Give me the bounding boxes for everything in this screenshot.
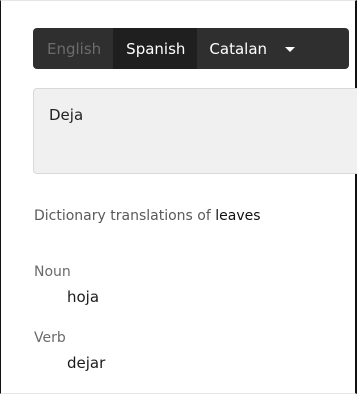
dictionary-heading-prefix: Dictionary translations of <box>34 208 211 224</box>
caret-down-icon <box>285 47 296 52</box>
language-option-catalan[interactable]: Catalan <box>197 28 273 69</box>
translation-panel: English Spanish Catalan Deja Dictionary … <box>0 0 357 394</box>
language-dropdown-button[interactable] <box>273 28 307 69</box>
dictionary-word: leaves <box>215 208 261 224</box>
language-option-english[interactable]: English <box>33 28 113 69</box>
translation-output[interactable]: Deja <box>33 88 357 174</box>
language-option-spanish[interactable]: Spanish <box>113 28 198 69</box>
language-selector: English Spanish Catalan <box>33 28 349 69</box>
translation-text: Deja <box>49 106 84 124</box>
dictionary-heading: Dictionary translations of leaves <box>34 208 261 224</box>
dictionary-entry-noun: hoja <box>67 288 100 306</box>
part-of-speech-noun: Noun <box>34 264 71 280</box>
part-of-speech-verb: Verb <box>34 330 66 346</box>
dictionary-entry-verb: dejar <box>67 354 106 372</box>
